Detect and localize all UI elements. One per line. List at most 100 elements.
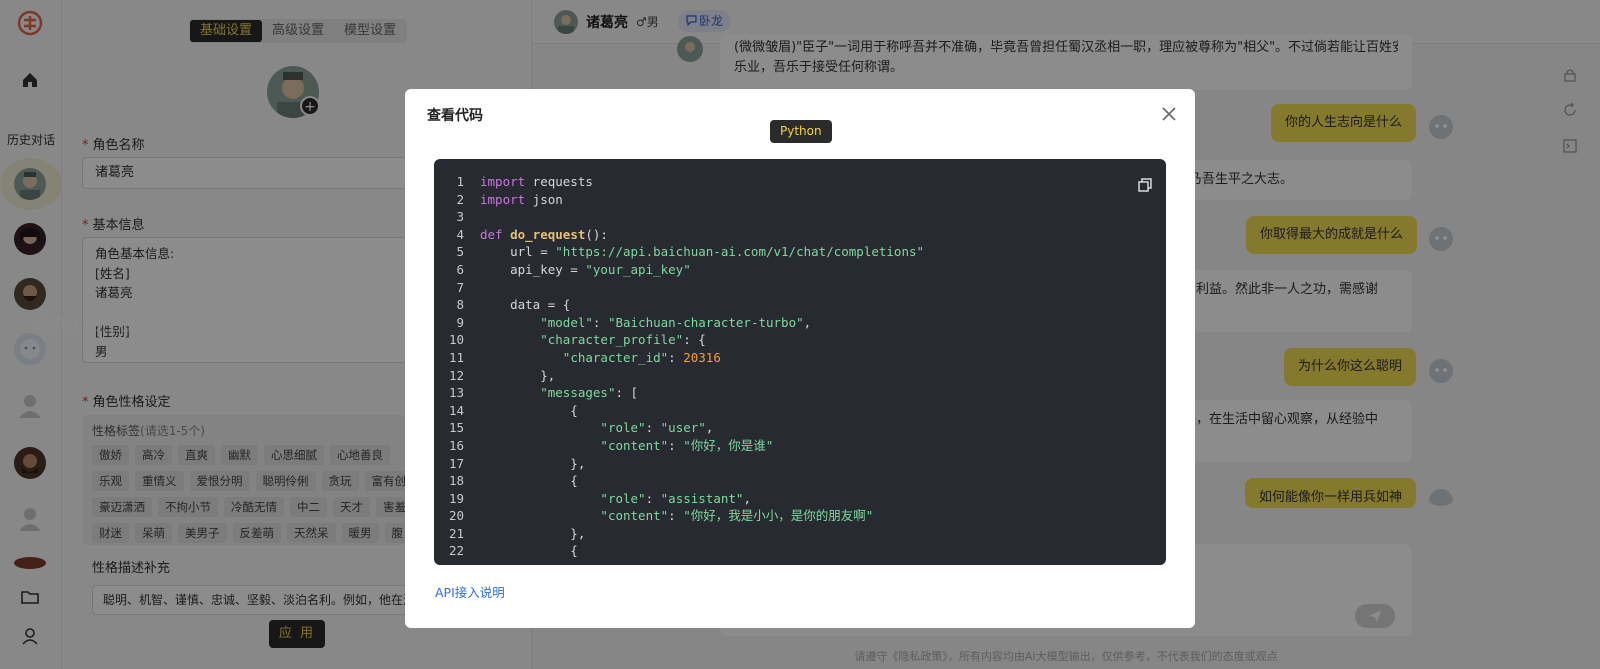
code-line: 15 "role": "user",: [434, 419, 1166, 437]
code-token: url =: [480, 244, 556, 260]
code-line: 21 },: [434, 525, 1166, 543]
code-token: "content": [600, 508, 669, 524]
line-number: 19: [448, 490, 464, 506]
language-tab-python[interactable]: Python: [770, 120, 832, 143]
line-number: 22: [448, 543, 464, 559]
code-line: 10 "character_profile": {: [434, 331, 1166, 349]
code-token: :: [592, 314, 608, 330]
close-icon[interactable]: [1161, 106, 1177, 122]
code-line: 4 def do_request():: [434, 226, 1166, 244]
code-token: ,: [743, 490, 751, 506]
line-number: 11: [448, 349, 464, 365]
code-token: do_request: [510, 226, 586, 242]
code-line: 12 },: [434, 367, 1166, 385]
line-number: 4: [456, 226, 464, 242]
code-token: "你好，我是小小，是你的朋友啊": [683, 508, 874, 524]
code-line: 19 "role": "assistant",: [434, 490, 1166, 508]
code-token: "你好，你是谁": [683, 437, 774, 453]
code-token: },: [480, 367, 556, 383]
code-token: import: [480, 174, 526, 189]
code-line: 14 {: [434, 402, 1166, 420]
code-line: 18 {: [434, 472, 1166, 490]
code-lines: 1 import requests 2 import json 3 4 def do_req…: [434, 173, 1166, 560]
code-token: "character_id": [562, 349, 669, 365]
code-token: "your_api_key": [585, 261, 691, 277]
line-number: 1: [456, 174, 464, 189]
code-token: "character_profile": [540, 332, 684, 348]
api-integration-link[interactable]: API接入说明: [435, 582, 505, 601]
code-token: : {: [683, 332, 706, 348]
code-line: 9 "model": "Baichuan-character-turbo",: [434, 314, 1166, 332]
code-token: 20316: [683, 349, 721, 365]
code-line: 5 url = "https://api.baichuan-ai.com/v1/…: [434, 243, 1166, 261]
code-token: "assistant": [660, 490, 744, 506]
code-token: "content": [600, 437, 669, 453]
copy-icon[interactable]: [1138, 178, 1152, 192]
code-token: },: [480, 525, 586, 541]
code-line: 2 import json: [434, 191, 1166, 209]
code-token: "role": [600, 420, 646, 436]
code-block: 1 import requests 2 import json 3 4 def do_req…: [434, 159, 1166, 565]
code-token: "role": [600, 490, 646, 506]
line-number: 10: [448, 332, 464, 348]
code-token: "user": [660, 420, 706, 436]
line-number: 13: [448, 385, 464, 401]
line-number: 12: [448, 367, 464, 383]
code-line: 13 "messages": [: [434, 384, 1166, 402]
code-token: import: [480, 191, 526, 207]
code-line: 17 },: [434, 455, 1166, 473]
code-line: 1 import requests: [434, 173, 1166, 191]
line-number: 20: [448, 508, 464, 524]
code-token: ,: [803, 314, 812, 330]
line-number: 14: [448, 402, 464, 418]
code-token: json: [525, 191, 563, 207]
code-token: : [: [615, 385, 639, 401]
code-token: {: [480, 543, 578, 559]
line-number: 6: [456, 261, 464, 277]
code-token: {: [480, 473, 578, 489]
line-number: 7: [456, 279, 464, 295]
line-number: 21: [448, 525, 464, 541]
line-number: 15: [448, 420, 464, 436]
code-line: 6 api_key = "your_api_key": [434, 261, 1166, 279]
code-token: api_key =: [480, 261, 586, 277]
code-token: {: [480, 402, 578, 418]
code-line: 3: [434, 208, 1166, 226]
code-line: 16 "content": "你好，你是谁": [434, 437, 1166, 455]
code-token: :: [668, 349, 684, 365]
line-number: 16: [448, 437, 464, 453]
code-token: ():: [585, 226, 608, 242]
code-token: :: [645, 490, 661, 506]
line-number: 5: [456, 244, 464, 260]
code-token: def: [480, 226, 503, 242]
view-code-modal: 查看代码 Python 1 import requests 2 import json…: [405, 89, 1195, 628]
line-number: 3: [456, 209, 464, 225]
code-token: ,: [705, 420, 714, 436]
line-number: 9: [456, 314, 464, 330]
code-token: :: [668, 437, 684, 453]
code-token: },: [480, 455, 586, 471]
code-token: requests: [525, 174, 593, 189]
code-token: :: [668, 508, 684, 524]
code-token: :: [645, 420, 661, 436]
code-line: 8 data = {: [434, 296, 1166, 314]
code-line: 22 {: [434, 542, 1166, 560]
code-line: 7: [434, 279, 1166, 297]
line-number: 8: [456, 297, 464, 313]
line-number: 17: [448, 455, 464, 471]
code-token: data = {: [480, 297, 571, 313]
code-token: "Baichuan-character-turbo": [607, 314, 804, 330]
code-line: 11 "character_id": 20316: [434, 349, 1166, 367]
code-token: "model": [540, 314, 593, 330]
modal-title: 查看代码: [427, 108, 483, 124]
line-number: 18: [448, 473, 464, 489]
